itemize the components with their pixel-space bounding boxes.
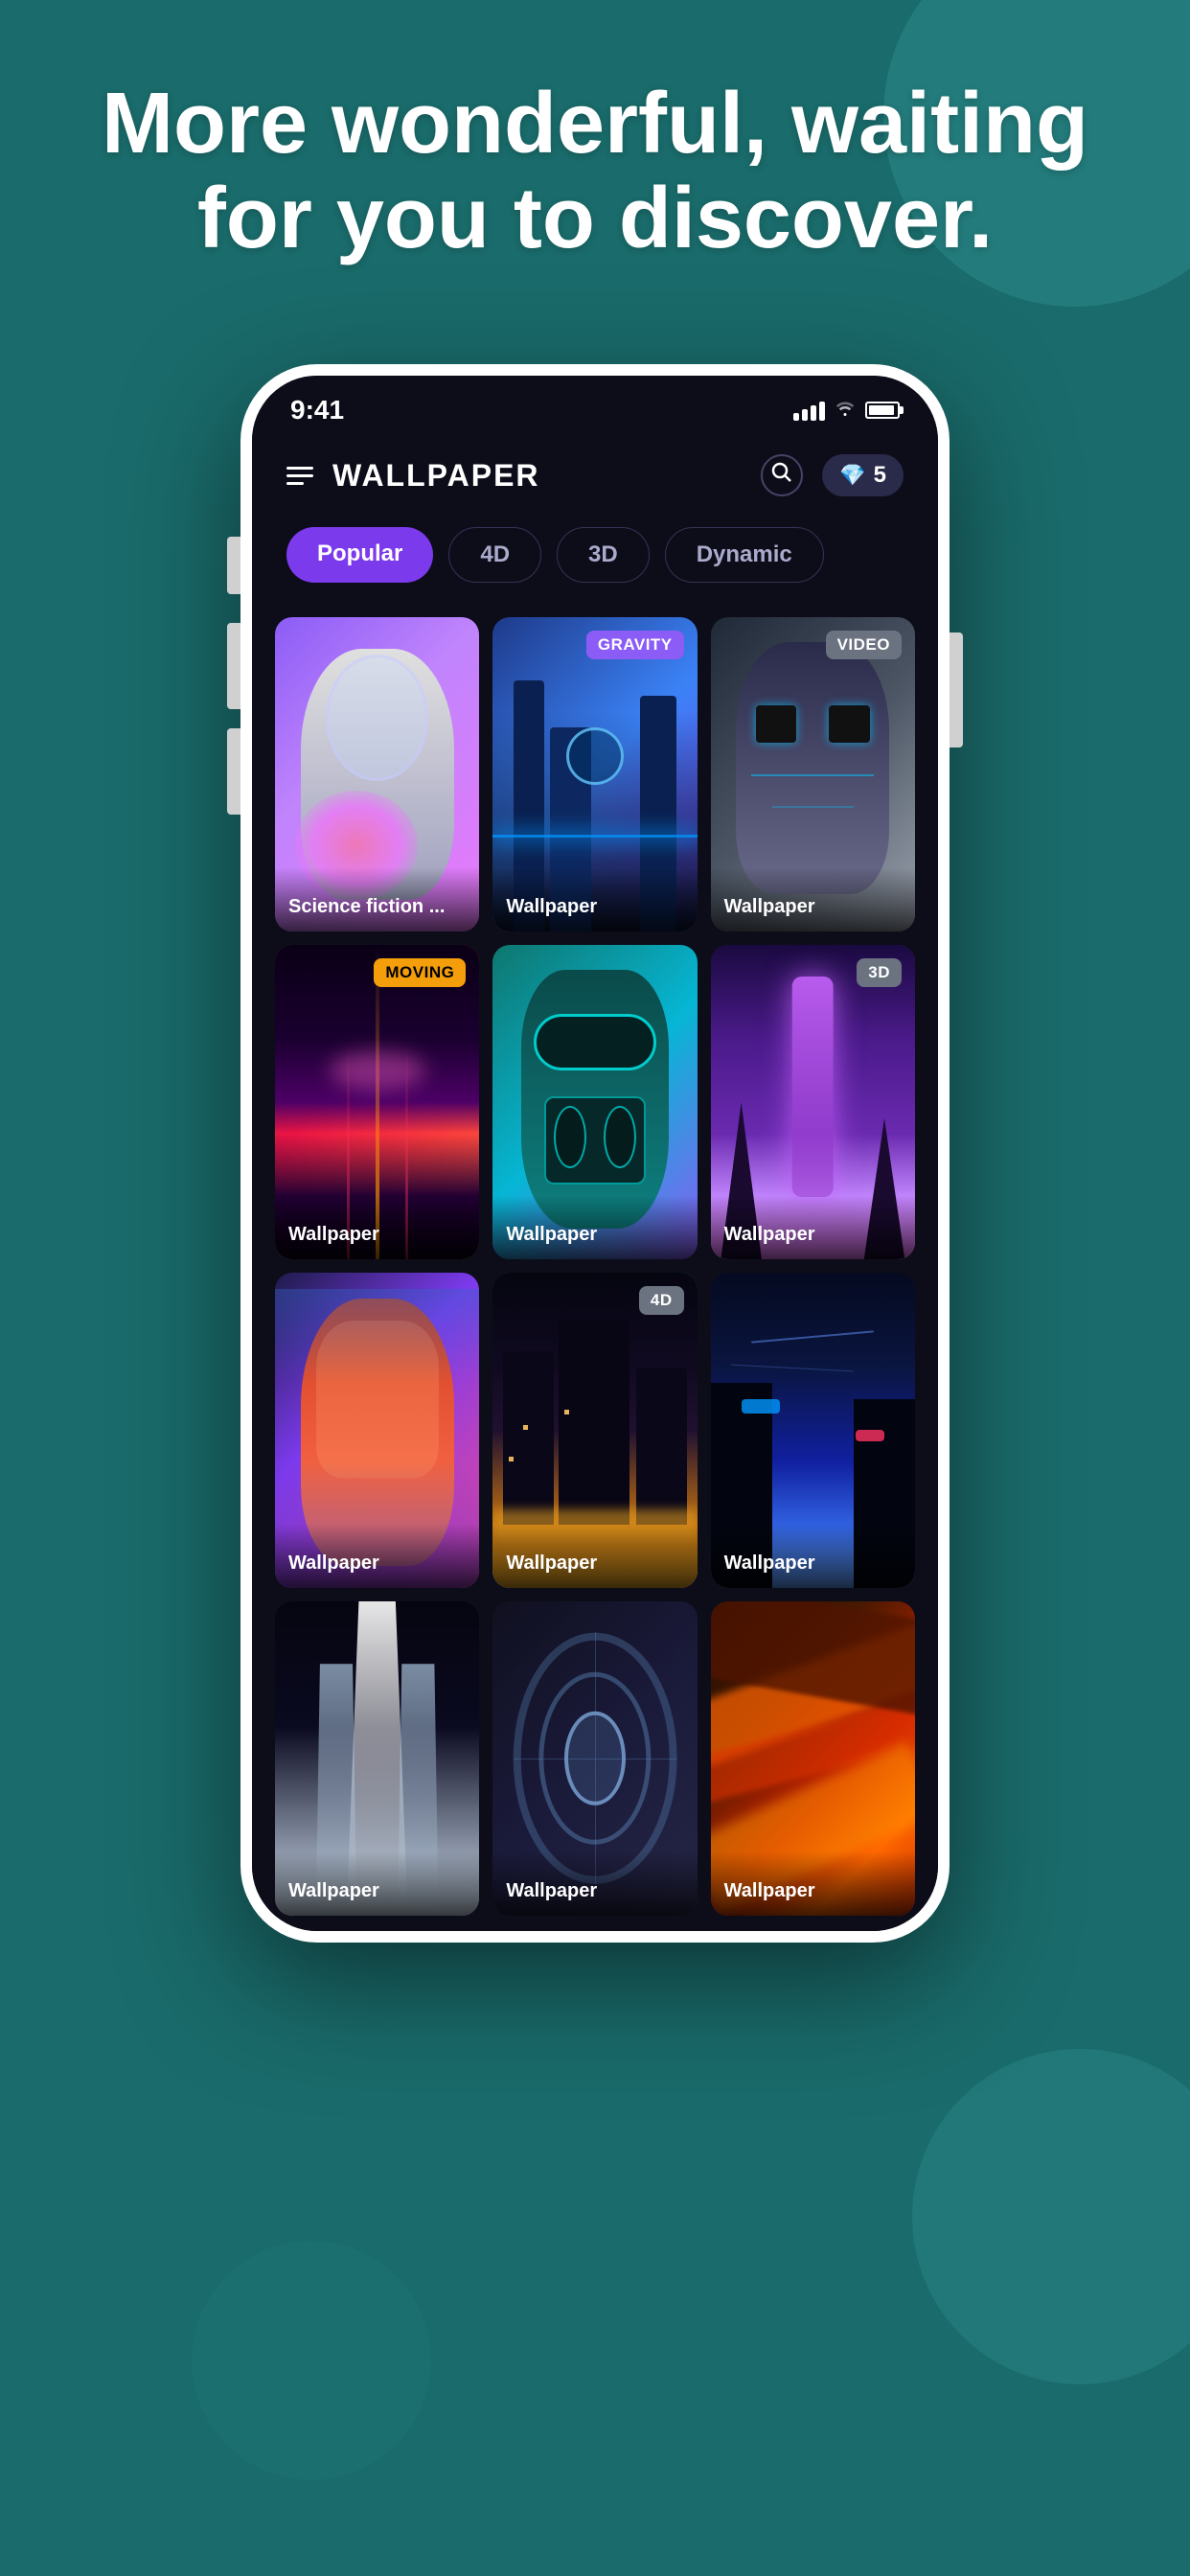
hamburger-menu-icon[interactable] (286, 467, 313, 485)
card-badge-8: 4D (639, 1286, 684, 1315)
card-title-1: Science fiction ... (275, 867, 479, 932)
gem-badge[interactable]: 💎 5 (822, 454, 904, 496)
phone-button-vol-up (227, 623, 240, 709)
card-title-3: Wallpaper (711, 867, 915, 932)
tab-4d[interactable]: 4D (448, 527, 541, 583)
card-title-10: Wallpaper (275, 1852, 479, 1916)
wallpaper-item-7[interactable]: Wallpaper (275, 1273, 479, 1587)
phone-button-vol-down (227, 728, 240, 815)
wallpaper-item-5[interactable]: Wallpaper (492, 945, 697, 1259)
tab-3d[interactable]: 3D (557, 527, 650, 583)
gem-icon: 💎 (839, 463, 865, 488)
phone-outer: 9:41 (240, 364, 950, 1943)
battery-icon (865, 402, 900, 419)
phone-screen: 9:41 (252, 376, 938, 1931)
signal-icon (793, 400, 825, 421)
phone-mockup: 9:41 (240, 364, 950, 1943)
wallpaper-item-8[interactable]: 4D Wallpaper (492, 1273, 697, 1587)
bg-shape-bottom-right (912, 2049, 1190, 2384)
card-badge-4: MOVING (374, 958, 466, 987)
wallpaper-item-11[interactable]: Wallpaper (492, 1601, 697, 1916)
gem-count: 5 (874, 462, 886, 489)
wallpaper-item-4[interactable]: MOVING Wallpaper (275, 945, 479, 1259)
search-button[interactable] (761, 454, 803, 496)
card-badge-6: 3D (857, 958, 902, 987)
hero-title: More wonderful, waiting for you to disco… (77, 77, 1113, 266)
card-title-11: Wallpaper (492, 1852, 697, 1916)
wallpaper-item-1[interactable]: Science fiction ... (275, 617, 479, 932)
wallpaper-item-9[interactable]: Wallpaper (711, 1273, 915, 1587)
wallpaper-item-10[interactable]: Wallpaper (275, 1601, 479, 1916)
card-title-2: Wallpaper (492, 867, 697, 932)
card-title-7: Wallpaper (275, 1524, 479, 1588)
status-time: 9:41 (290, 395, 344, 426)
bg-shape-bottom-left (192, 2241, 431, 2480)
wallpaper-grid: Science fiction ... GRA (252, 602, 938, 1931)
tab-dynamic[interactable]: Dynamic (665, 527, 824, 583)
wallpaper-item-12[interactable]: Wallpaper (711, 1601, 915, 1916)
wifi-icon (835, 398, 856, 423)
search-icon (771, 462, 792, 489)
phone-button-power (950, 632, 963, 748)
card-title-4: Wallpaper (275, 1195, 479, 1259)
status-icons (793, 398, 900, 423)
app-header: WALLPAPER 💎 5 (252, 435, 938, 512)
hero-section: More wonderful, waiting for you to disco… (0, 77, 1190, 266)
wallpaper-item-6[interactable]: 3D Wallpaper (711, 945, 915, 1259)
wallpaper-item-2[interactable]: GRAVITY Wallpaper (492, 617, 697, 932)
card-title-8: Wallpaper (492, 1524, 697, 1588)
tab-popular[interactable]: Popular (286, 527, 433, 583)
card-title-9: Wallpaper (711, 1524, 915, 1588)
card-title-5: Wallpaper (492, 1195, 697, 1259)
card-badge-2: GRAVITY (586, 631, 684, 659)
wallpaper-item-3[interactable]: VIDEO Wallpaper (711, 617, 915, 932)
header-right: 💎 5 (761, 454, 904, 496)
card-title-6: Wallpaper (711, 1195, 915, 1259)
header-left: WALLPAPER (286, 458, 540, 494)
status-bar: 9:41 (252, 376, 938, 435)
card-badge-3: VIDEO (826, 631, 902, 659)
phone-button-mute (227, 537, 240, 594)
card-title-12: Wallpaper (711, 1852, 915, 1916)
app-title: WALLPAPER (332, 458, 540, 494)
tabs-row: Popular 4D 3D Dynamic (252, 512, 938, 602)
